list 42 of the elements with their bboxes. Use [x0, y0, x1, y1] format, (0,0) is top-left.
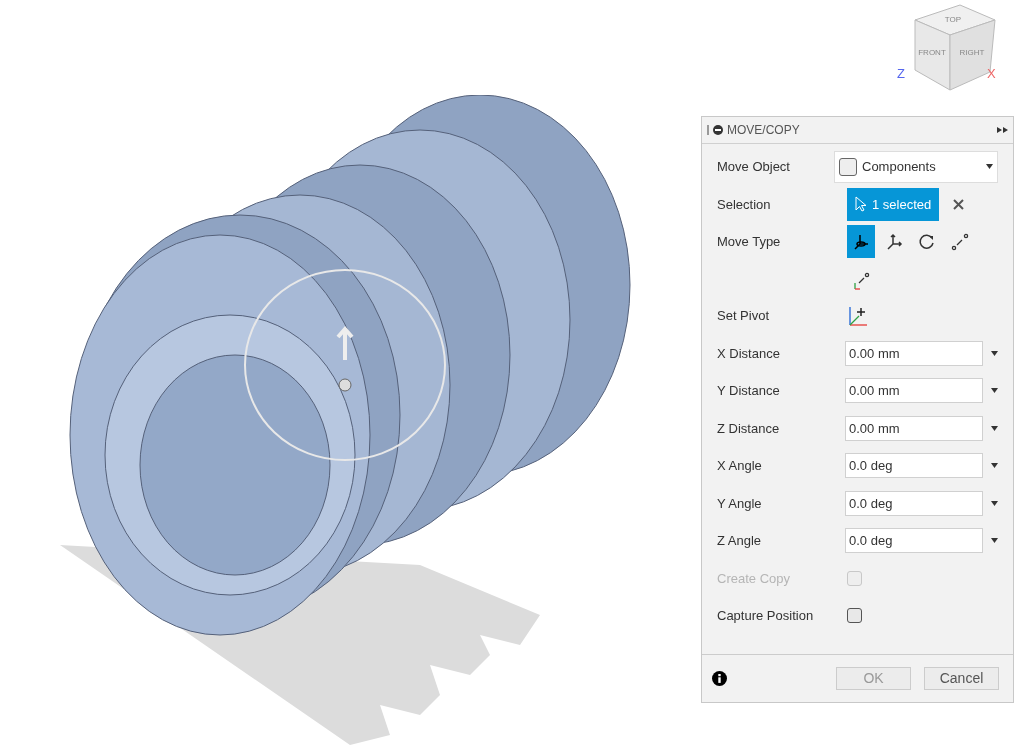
cursor-icon [855, 196, 867, 213]
move-type-button[interactable] [847, 225, 875, 258]
caret-icon[interactable] [991, 425, 998, 431]
panel-title: MOVE/COPY [727, 122, 801, 139]
close-icon[interactable] [953, 198, 965, 210]
field-label: Y Angle [717, 494, 763, 513]
collapse-icon[interactable] [713, 125, 723, 135]
field-label: Set Pivot [717, 307, 771, 325]
caret-icon[interactable] [991, 388, 998, 394]
expand-icon[interactable] [997, 127, 1008, 133]
move-object-dropdown[interactable]: Components [834, 150, 998, 183]
field-label: Move Object [717, 158, 791, 176]
field-label: X Angle [717, 457, 763, 475]
value-field[interactable]: 0.00 mm [845, 415, 983, 441]
info-icon[interactable] [712, 671, 727, 686]
value-field[interactable]: 0.00 mm [845, 340, 983, 366]
field-label: Create Copy [717, 569, 791, 588]
point-to-point-icon [951, 232, 969, 251]
point-to-point-icon [852, 271, 870, 290]
axes-icon [885, 232, 903, 251]
field-label: Move Type [717, 233, 782, 251]
value-field[interactable]: 0.0 deg [845, 528, 983, 554]
caret-icon[interactable] [991, 350, 998, 356]
rotate-icon [918, 232, 936, 251]
value-field[interactable]: 0.0 deg [845, 453, 983, 479]
field-label: Z Distance [717, 419, 781, 438]
field-label: Selection [717, 195, 772, 214]
cube-icon [839, 157, 857, 176]
field-label: Capture Position [717, 607, 815, 625]
move-axes-icon [852, 232, 870, 251]
caret-icon[interactable] [991, 538, 998, 544]
checkbox[interactable] [847, 608, 862, 624]
cancel-button[interactable]: Cancel [924, 667, 999, 690]
field-label: Z Angle [717, 532, 763, 550]
field-label: X Distance [717, 344, 781, 363]
caret-icon[interactable] [991, 463, 998, 469]
field-label: Y Distance [717, 382, 781, 400]
caret-icon [986, 164, 993, 170]
value-field[interactable]: 0.00 mm [845, 378, 983, 404]
caret-icon[interactable] [991, 500, 998, 506]
pivot-icon[interactable] [847, 304, 869, 327]
value-field[interactable]: 0.0 deg [845, 490, 983, 516]
